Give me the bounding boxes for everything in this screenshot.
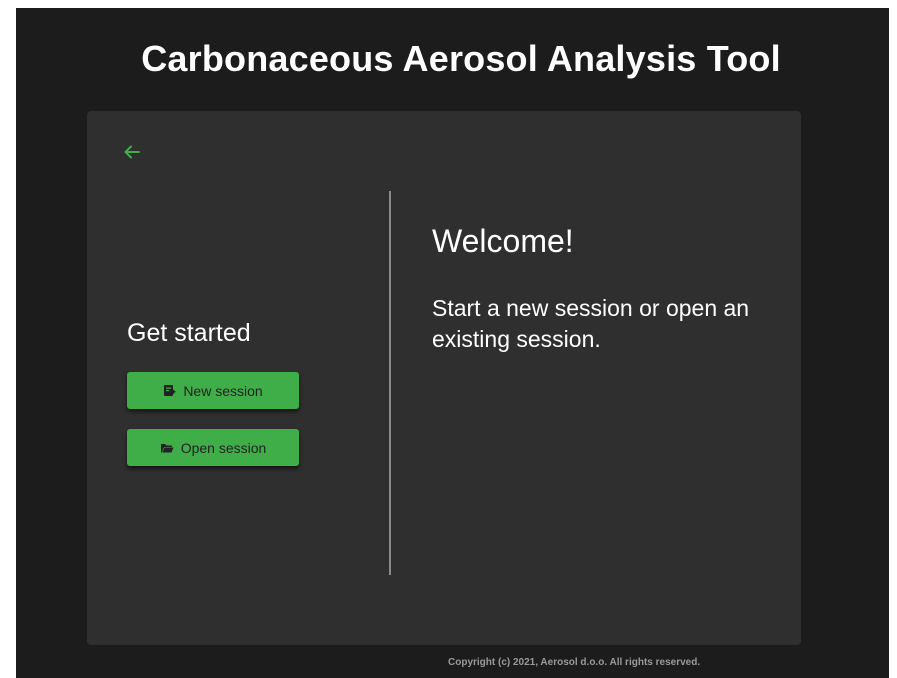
open-session-button[interactable]: Open session bbox=[127, 429, 299, 466]
new-session-label: New session bbox=[183, 382, 263, 399]
new-document-icon bbox=[163, 384, 176, 397]
welcome-title: Welcome! bbox=[432, 223, 574, 259]
copyright-footer: Copyright (c) 2021, Aerosol d.o.o. All r… bbox=[448, 657, 701, 668]
app-title: Carbonaceous Aerosol Analysis Tool bbox=[141, 38, 781, 79]
welcome-text: Start a new session or open an existing … bbox=[432, 295, 750, 352]
open-session-label: Open session bbox=[180, 439, 267, 456]
get-started-heading: Get started bbox=[127, 319, 251, 347]
folder-open-icon bbox=[160, 442, 174, 454]
new-session-button[interactable]: New session bbox=[127, 372, 299, 409]
welcome-card: Get started New session Open session Wel… bbox=[87, 111, 801, 645]
arrow-left-icon bbox=[124, 145, 140, 159]
app-window: Carbonaceous Aerosol Analysis Tool Get s… bbox=[16, 8, 889, 678]
vertical-divider bbox=[389, 191, 391, 575]
back-button[interactable] bbox=[119, 139, 145, 165]
